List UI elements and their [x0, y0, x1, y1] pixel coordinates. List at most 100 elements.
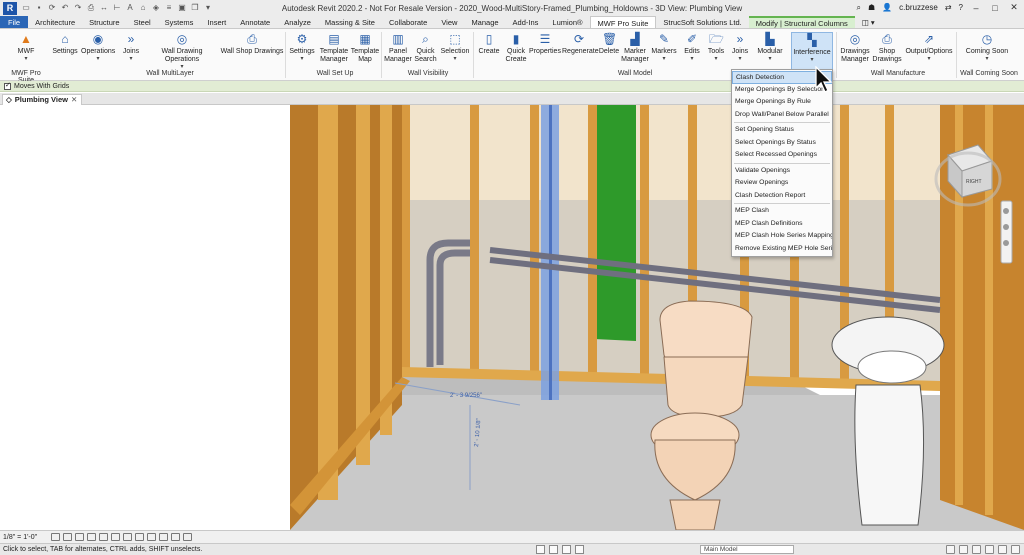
- redo-icon[interactable]: ↷: [73, 3, 83, 13]
- tab-massing-site[interactable]: Massing & Site: [318, 16, 382, 28]
- close-button[interactable]: ✕: [1008, 2, 1020, 13]
- zoom-icon[interactable]: [1003, 240, 1009, 246]
- editable-only-icon[interactable]: [562, 545, 571, 554]
- joins-button[interactable]: » Joins ▾: [118, 32, 144, 70]
- tab-structure[interactable]: Structure: [82, 16, 126, 28]
- menu-item-drop-wall-panel-below-parallel[interactable]: Drop Wall/Panel Below Parallel: [732, 109, 832, 122]
- menu-item-mep-clash[interactable]: MEP Clash: [732, 205, 832, 218]
- tab-mwf-pro-suite[interactable]: MWF Pro Suite: [589, 16, 657, 28]
- wall-drawing-operations-button[interactable]: ◎ Wall Drawing Operations ▾: [145, 32, 219, 70]
- tab-manage[interactable]: Manage: [464, 16, 505, 28]
- menu-item-mep-clash-hole-series-mapping[interactable]: MEP Clash Hole Series Mapping: [732, 230, 832, 243]
- modular-button[interactable]: ▙ Modular ▾: [753, 32, 787, 70]
- quick-create-button[interactable]: ▮ Quick Create: [503, 32, 529, 70]
- interference-button[interactable]: ▚ Interference ▾: [791, 32, 833, 70]
- measure-icon[interactable]: ↔: [99, 3, 109, 13]
- sync-icon[interactable]: ⟳: [47, 3, 57, 13]
- menu-item-mep-clash-definitions[interactable]: MEP Clash Definitions: [732, 218, 832, 231]
- template-map-button[interactable]: ▦ Template Map: [350, 32, 380, 70]
- minimize-button[interactable]: –: [970, 3, 982, 13]
- undo-icon[interactable]: ↶: [60, 3, 70, 13]
- markers-button[interactable]: ✎ Markers ▾: [650, 32, 678, 70]
- tab-collaborate[interactable]: Collaborate: [382, 16, 434, 28]
- menu-item-validate-openings[interactable]: Validate Openings: [732, 165, 832, 178]
- menu-item-remove-existing-mep-hole-series[interactable]: Remove Existing MEP Hole Series: [732, 243, 832, 256]
- filter-count-icon[interactable]: [1011, 545, 1020, 554]
- help-icon[interactable]: ?: [959, 3, 963, 12]
- view-tab-plumbing[interactable]: ◇ Plumbing View ✕: [2, 94, 83, 105]
- exchange-icon[interactable]: ⇄: [945, 3, 952, 12]
- maximize-button[interactable]: □: [989, 3, 1001, 13]
- view-scale[interactable]: 1/8" = 1'-0": [3, 534, 37, 541]
- tab-architecture[interactable]: Architecture: [28, 16, 82, 28]
- create-button[interactable]: ▯ Create: [476, 32, 502, 70]
- panel-manager-button[interactable]: ▥ Panel Manager: [383, 32, 413, 70]
- menu-item-merge-openings-by-rule[interactable]: Merge Openings By Rule: [732, 96, 832, 109]
- 3d-view-icon[interactable]: ⌂: [138, 3, 148, 13]
- edits-button[interactable]: ✐ Edits ▾: [680, 32, 704, 70]
- close-hidden-icon[interactable]: ▣: [177, 3, 187, 13]
- temp-hide-icon[interactable]: [147, 533, 157, 541]
- workset-icon[interactable]: [536, 545, 545, 554]
- user-icon[interactable]: 👤: [882, 3, 892, 12]
- filter-icon[interactable]: [575, 545, 584, 554]
- tab-steel[interactable]: Steel: [127, 16, 158, 28]
- tab-strucsoft[interactable]: StrucSoft Solutions Ltd.: [656, 16, 748, 28]
- template-manager-button[interactable]: ▤ Template Manager: [318, 32, 350, 70]
- select-by-face-icon[interactable]: [985, 545, 994, 554]
- select-links-icon[interactable]: [946, 545, 955, 554]
- show-crop-icon[interactable]: [123, 533, 133, 541]
- subscription-icon[interactable]: ☗: [868, 3, 875, 12]
- design-options-icon[interactable]: [549, 545, 558, 554]
- customize-qat-icon[interactable]: ▾: [203, 3, 213, 13]
- highlight-displacement-icon[interactable]: [183, 533, 193, 541]
- crop-view-icon[interactable]: [111, 533, 121, 541]
- delete-button[interactable]: 🗑 Delete: [597, 32, 621, 70]
- search-icon[interactable]: ⌕: [857, 3, 861, 13]
- shadows-icon[interactable]: [87, 533, 97, 541]
- quick-search-button[interactable]: ⌕ Quick Search: [412, 32, 439, 70]
- save-icon[interactable]: ▪: [34, 3, 44, 13]
- tab-insert[interactable]: Insert: [200, 16, 233, 28]
- user-name[interactable]: c.bruzzese: [899, 3, 938, 12]
- properties-button[interactable]: ☰ Properties: [529, 32, 561, 70]
- open-icon[interactable]: ▭: [21, 3, 31, 13]
- regenerate-button[interactable]: ⟳ Regenerate: [562, 32, 599, 70]
- menu-item-select-recessed-openings[interactable]: Select Recessed Openings: [732, 149, 832, 162]
- menu-item-review-openings[interactable]: Review Openings: [732, 177, 832, 190]
- mwf-button[interactable]: ▲ MWF ▾: [8, 32, 44, 70]
- print-icon[interactable]: ⎙: [86, 3, 96, 13]
- select-underlay-icon[interactable]: [959, 545, 968, 554]
- reveal-hidden-icon[interactable]: [159, 533, 169, 541]
- tab-file[interactable]: File: [0, 16, 29, 28]
- menu-item-clash-detection-report[interactable]: Clash Detection Report: [732, 190, 832, 203]
- section-icon[interactable]: ◈: [151, 3, 161, 13]
- ribbon-toggle-icon[interactable]: ◫ ▾: [855, 16, 882, 28]
- analytical-icon[interactable]: [171, 533, 181, 541]
- wall-shop-drawings-button[interactable]: ⎙ Wall Shop Drawings: [220, 32, 284, 70]
- tab-modify-structural-columns[interactable]: Modify | Structural Columns: [748, 16, 855, 28]
- operations-button[interactable]: ◉ Operations ▾: [81, 32, 115, 70]
- detail-level-icon[interactable]: [51, 533, 61, 541]
- dimension-icon[interactable]: ⊢: [112, 3, 122, 13]
- visual-style-icon[interactable]: [63, 533, 73, 541]
- pan-icon[interactable]: [1003, 224, 1009, 230]
- sun-path-icon[interactable]: [75, 533, 85, 541]
- drawings-manager-button[interactable]: ◎ Drawings Manager: [838, 32, 872, 70]
- settings-button[interactable]: ⌂ Settings: [50, 32, 80, 70]
- close-icon[interactable]: ✕: [71, 95, 77, 105]
- output-options-button[interactable]: ⇗ Output/Options ▾: [904, 32, 954, 70]
- selection-button[interactable]: ⬚ Selection ▾: [440, 32, 470, 70]
- tools-button[interactable]: 🗁 Tools ▾: [704, 32, 728, 70]
- menu-item-select-openings-by-status[interactable]: Select Openings By Status: [732, 137, 832, 150]
- joins-button-2[interactable]: » Joins ▾: [728, 32, 752, 70]
- lock-view-icon[interactable]: [135, 533, 145, 541]
- 3d-viewport[interactable]: 2' - 3 9/256" 2' - 10 1/8" RIGHT: [0, 105, 1024, 530]
- render-icon[interactable]: [99, 533, 109, 541]
- tab-view[interactable]: View: [434, 16, 464, 28]
- moves-with-grids-checkbox[interactable]: [4, 81, 11, 90]
- drag-on-selection-icon[interactable]: [998, 545, 1007, 554]
- shop-drawings-button[interactable]: ⎙ Shop Drawings: [872, 32, 902, 70]
- text-icon[interactable]: A: [125, 3, 135, 13]
- coming-soon-button[interactable]: ◷ Coming Soon ▾: [962, 32, 1012, 70]
